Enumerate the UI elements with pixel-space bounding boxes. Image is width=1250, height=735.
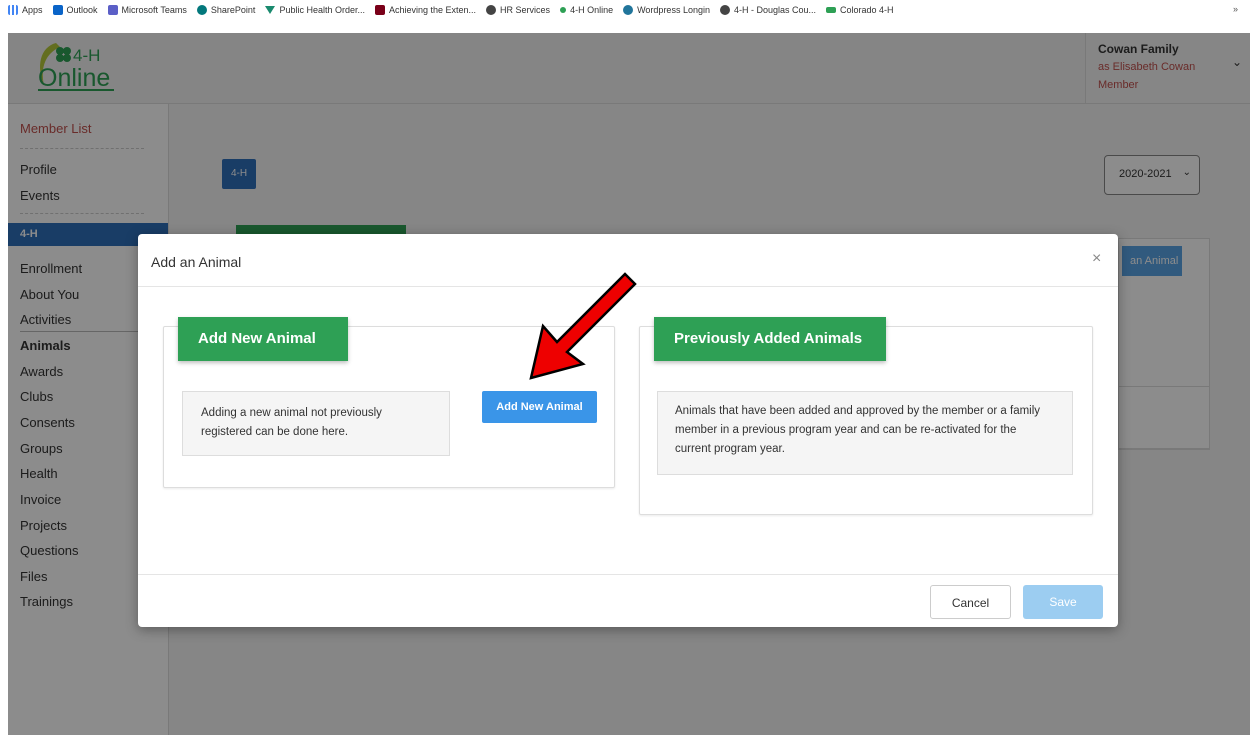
- bookmark-outlook[interactable]: Outlook: [52, 5, 98, 15]
- close-icon[interactable]: ×: [1092, 250, 1101, 268]
- public-health-icon: [265, 6, 276, 14]
- cancel-button[interactable]: Cancel: [930, 585, 1011, 619]
- add-new-animal-description: Adding a new animal not previously regis…: [182, 391, 450, 456]
- bookmark-teams[interactable]: Microsoft Teams: [107, 5, 187, 15]
- bookmark-achieving[interactable]: Achieving the Exten...: [374, 5, 476, 15]
- previously-added-animals-description: Animals that have been added and approve…: [657, 391, 1073, 475]
- bookmark-apps[interactable]: Apps: [8, 5, 43, 15]
- bookmark-colorado[interactable]: Colorado 4-H: [826, 5, 894, 15]
- globe-icon: [719, 5, 730, 15]
- previously-added-animals-card: Previously Added Animals Animals that ha…: [639, 317, 1093, 515]
- modal-footer: Cancel Save: [138, 574, 1118, 628]
- bookmark-sharepoint[interactable]: SharePoint: [196, 5, 255, 15]
- university-icon: [374, 5, 385, 15]
- previously-added-animals-heading: Previously Added Animals: [654, 317, 886, 361]
- bookmark-4h-online[interactable]: 4-H Online: [560, 5, 613, 15]
- modal-title: Add an Animal: [151, 254, 242, 270]
- bookmark-wordpress[interactable]: Wordpress Longin: [623, 5, 710, 15]
- colorado-icon: [826, 7, 837, 13]
- wordpress-icon: [623, 5, 634, 15]
- bookmarks-bar: Apps Outlook Microsoft Teams SharePoint …: [0, 0, 1250, 20]
- bookmarks-more-button[interactable]: »: [1233, 4, 1238, 14]
- globe-icon: [486, 5, 497, 15]
- add-new-animal-button[interactable]: Add New Animal: [482, 391, 597, 423]
- save-button[interactable]: Save: [1023, 585, 1103, 619]
- bookmark-public-health[interactable]: Public Health Order...: [265, 5, 365, 15]
- outlook-icon: [52, 5, 63, 15]
- clover-icon: [560, 7, 567, 13]
- annotation-arrow-icon: [529, 272, 637, 380]
- sharepoint-icon: [196, 5, 207, 15]
- teams-icon: [107, 5, 118, 15]
- bookmark-hr-services[interactable]: HR Services: [486, 5, 550, 15]
- add-new-animal-heading: Add New Animal: [178, 317, 348, 361]
- bookmark-douglas[interactable]: 4-H - Douglas Cou...: [719, 5, 816, 15]
- apps-grid-icon: [8, 5, 18, 15]
